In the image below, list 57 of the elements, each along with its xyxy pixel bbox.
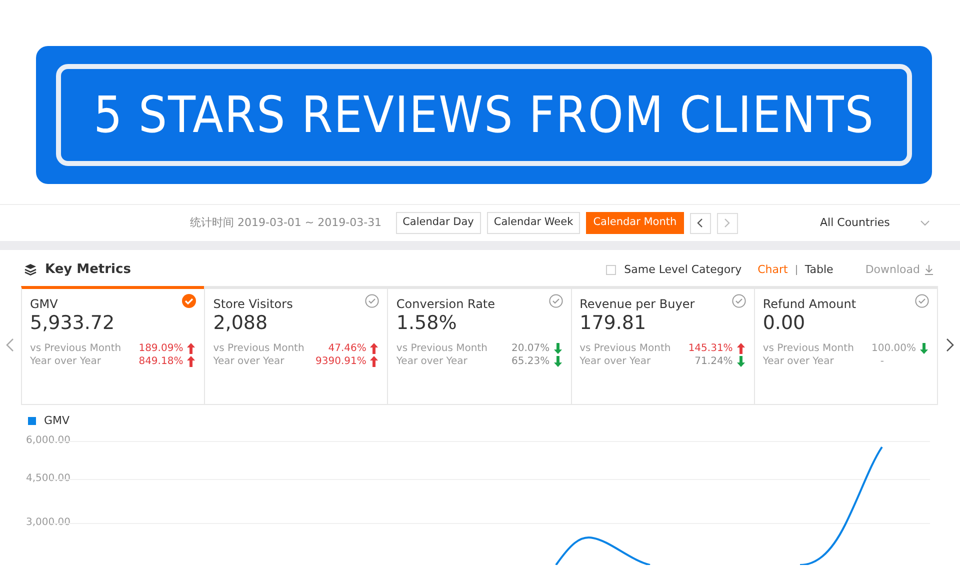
banner-title: 5 STARS REVIEWS FROM CLIENTS xyxy=(94,84,874,146)
change-value: 71.24% xyxy=(694,354,733,368)
metric-value: 2,088 xyxy=(213,313,269,334)
change-value: 100.00% xyxy=(872,342,916,355)
metric-card[interactable]: Revenue per Buyer 179.81 vs Previous Month 145.31% Year over Year 71.24% xyxy=(570,286,755,404)
comparison-label: Year over Year xyxy=(762,354,834,368)
change-value: 145.31% xyxy=(688,342,733,355)
change-value: 189.09% xyxy=(138,342,184,355)
next-button[interactable] xyxy=(716,212,738,234)
section-title: Key Metrics xyxy=(45,261,131,279)
download-icon xyxy=(924,264,934,275)
change-value: 65.23% xyxy=(511,354,550,368)
period-button[interactable]: Calendar Week xyxy=(486,212,580,234)
comparison-label: vs Previous Month xyxy=(30,342,122,355)
comparison-label: Year over Year xyxy=(580,354,651,368)
change-value: - xyxy=(880,354,884,368)
checkbox[interactable] xyxy=(606,264,616,275)
check-icon[interactable] xyxy=(365,294,380,308)
metric-name: Conversion Rate xyxy=(396,296,496,312)
check-icon[interactable] xyxy=(182,294,196,308)
comparison-label: vs Previous Month xyxy=(213,342,304,355)
change-value: 9390.91% xyxy=(316,354,366,368)
change-value: 20.07% xyxy=(511,342,550,355)
legend-swatch xyxy=(28,416,36,425)
comparison-label: vs Previous Month xyxy=(396,342,488,355)
metric-name: Refund Amount xyxy=(762,296,856,312)
metric-card[interactable]: Refund Amount 0.00 vs Previous Month 100.00% Year over Year - xyxy=(754,286,938,404)
metric-name: Revenue per Buyer xyxy=(580,296,695,312)
check-icon[interactable] xyxy=(915,294,930,308)
metric-card[interactable]: Store Visitors 2,088 vs Previous Month 47.46% Year over Year 9390.91% xyxy=(204,286,388,404)
check-icon[interactable] xyxy=(548,294,563,308)
period-button[interactable]: Calendar Day xyxy=(396,212,481,234)
date-range-label: 统计时间 2019-03-01 ~ 2019-03-31 xyxy=(190,214,382,231)
metric-value: 5,933.72 xyxy=(30,313,116,334)
check-icon[interactable] xyxy=(732,294,746,308)
view-toggle[interactable]: Table xyxy=(804,262,834,278)
metric-value: 1.58% xyxy=(396,313,458,334)
comparison-label: Year over Year xyxy=(30,354,102,368)
metric-card[interactable]: Conversion Rate 1.58% vs Previous Month 20.07% Year over Year 65.23% xyxy=(387,286,572,404)
previous-button[interactable] xyxy=(690,212,711,234)
change-value: 849.18% xyxy=(138,354,184,368)
legend-label: GMV xyxy=(44,412,70,428)
country-select[interactable]: All Countries xyxy=(820,214,930,232)
comparison-label: vs Previous Month xyxy=(762,342,854,355)
comparison-label: vs Previous Month xyxy=(580,342,671,355)
layers-icon xyxy=(24,263,37,276)
dropdown-caret-icon[interactable] xyxy=(920,220,930,226)
comparison-label: Year over Year xyxy=(213,354,284,368)
checkbox-label: Same Level Category xyxy=(624,262,742,278)
metric-value: 0.00 xyxy=(762,313,806,334)
chevron-icon[interactable] xyxy=(696,218,704,228)
metric-name: Store Visitors xyxy=(213,296,293,312)
change-value: 47.46% xyxy=(328,342,366,355)
metric-card[interactable]: GMV 5,933.72 vs Previous Month 189.09% Year over Year 849.18% xyxy=(21,286,206,404)
comparison-label: Year over Year xyxy=(396,354,468,368)
metric-name: GMV xyxy=(30,296,58,312)
metric-value: 179.81 xyxy=(580,313,648,334)
